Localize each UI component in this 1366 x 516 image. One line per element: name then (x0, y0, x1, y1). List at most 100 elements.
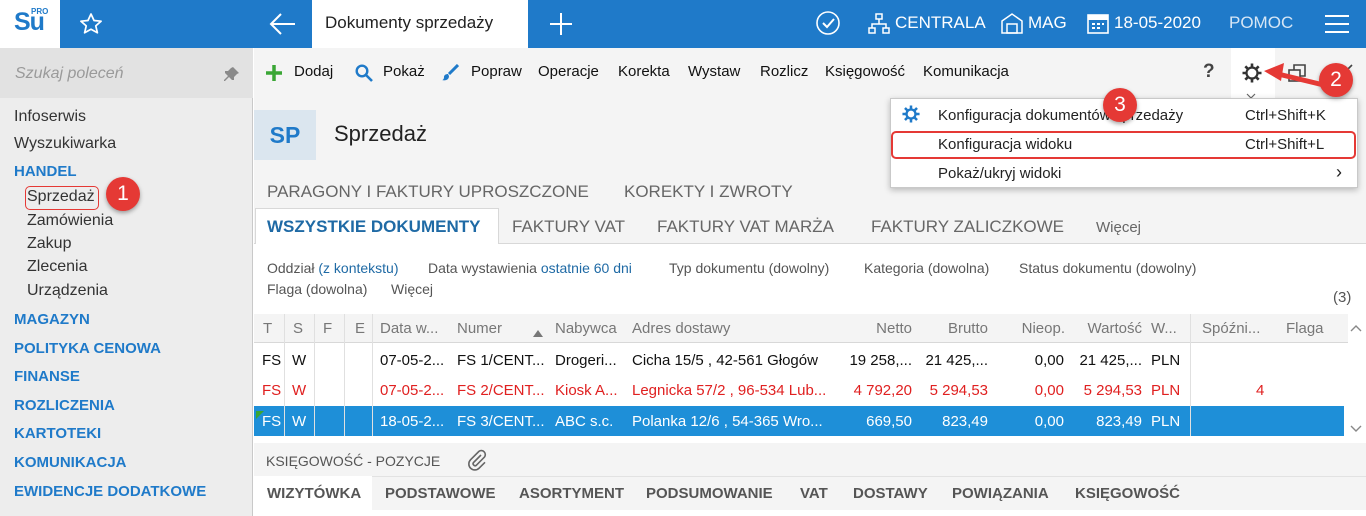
sidebar-item-ewidencje-dodatkowe[interactable]: EWIDENCJE DODATKOWE (14, 483, 206, 500)
date-selector[interactable]: 18-05-2020 (1114, 13, 1201, 33)
tab-dostawy[interactable]: DOSTAWY (853, 485, 928, 502)
sidebar-item-urzadzenia[interactable]: Urządzenia (27, 282, 108, 300)
pin-icon[interactable] (224, 66, 240, 87)
tab-vat[interactable]: VAT (800, 485, 828, 502)
search-commands[interactable]: Szukaj poleceń (0, 48, 253, 98)
tab-wiecej[interactable]: Więcej (1096, 219, 1141, 236)
col-numer[interactable]: Numer (457, 320, 502, 337)
sidebar-item-zakup[interactable]: Zakup (27, 235, 71, 253)
plus-icon[interactable] (548, 11, 574, 42)
col-spoznienie[interactable]: Spóźni... (1202, 320, 1260, 337)
sort-asc-icon (533, 324, 543, 342)
sidebar-item-komunikacja[interactable]: KOMUNIKACJA (14, 454, 127, 471)
filter-oddzial-value[interactable]: (z kontekstu) (318, 260, 398, 276)
help-button[interactable]: ? (1203, 61, 1215, 83)
arrow-left-icon[interactable] (268, 10, 298, 43)
star-icon[interactable] (78, 11, 104, 42)
sidebar-item-polityka-cenowa[interactable]: POLITYKA CENOWA (14, 340, 161, 357)
add-button[interactable]: Dodaj (294, 63, 333, 80)
col-adres[interactable]: Adres dostawy (632, 320, 730, 337)
col-netto[interactable]: Netto (842, 320, 912, 337)
tab-podstawowe[interactable]: PODSTAWOWE (385, 485, 496, 502)
paperclip-icon[interactable] (466, 449, 488, 476)
sidebar-item-finanse[interactable]: FINANSE (14, 368, 80, 385)
filter-wiecej[interactable]: Więcej (391, 281, 433, 297)
col-e[interactable]: E (355, 320, 365, 337)
scroll-up-icon[interactable] (1350, 319, 1362, 337)
tab-wizytowka[interactable]: WIZYTÓWKA (267, 485, 361, 502)
check-circle-icon[interactable] (815, 10, 841, 41)
tab-asortyment[interactable]: ASORTYMENT (519, 485, 624, 502)
sidebar-item-zamowienia[interactable]: Zamówienia (27, 212, 113, 230)
issue-button[interactable]: Wystaw (688, 63, 740, 80)
filter-kategoria[interactable]: Kategoria (dowolna) (864, 260, 989, 276)
tab-faktury-vat-marza[interactable]: FAKTURY VAT MARŻA (657, 217, 834, 237)
search-input[interactable]: Szukaj poleceń (15, 65, 124, 83)
tab-wszystkie-dokumenty[interactable]: WSZYSTKIE DOKUMENTY (255, 208, 499, 244)
filter-typ[interactable]: Typ dokumentu (dowolny) (669, 260, 829, 276)
sidebar-item-kartoteki[interactable]: KARTOTEKI (14, 425, 101, 442)
col-waluta[interactable]: W... (1151, 320, 1177, 337)
settle-button[interactable]: Rozlicz (760, 63, 808, 80)
tab-ksiegowosc[interactable]: KSIĘGOWOŚĆ (1075, 485, 1180, 502)
plus-green-icon[interactable] (265, 64, 283, 87)
menu-item-konfiguracja-dokumentow[interactable]: Konfiguracja dokumentów sprzedaży (938, 107, 1183, 124)
tab-faktury-vat[interactable]: FAKTURY VAT (512, 217, 625, 237)
sidebar-item-rozliczenia[interactable]: ROZLICZENIA (14, 397, 115, 414)
show-button[interactable]: Pokaż (383, 63, 425, 80)
edit-button[interactable]: Popraw (471, 63, 522, 80)
sidebar-item-zlecenia[interactable]: Zlecenia (27, 258, 87, 276)
sidebar-item-handel[interactable]: HANDEL (14, 163, 77, 180)
col-nabywca[interactable]: Nabywca (555, 320, 617, 337)
tab-paragony[interactable]: PARAGONY I FAKTURY UPROSZCZONE (267, 182, 589, 202)
col-wartosc[interactable]: Wartość (1068, 320, 1142, 337)
sidebar-item-magazyn[interactable]: MAGAZYN (14, 311, 90, 328)
correction-button[interactable]: Korekta (618, 63, 670, 80)
col-brutto[interactable]: Brutto (920, 320, 988, 337)
cell-wartosc: 823,49 (1096, 413, 1142, 430)
filter-data[interactable]: Data wystawienia ostatnie 60 dni (428, 260, 632, 276)
menu-shortcut-k: Ctrl+Shift+K (1245, 107, 1326, 124)
calendar-icon[interactable] (1087, 12, 1109, 39)
filter-oddzial[interactable]: Oddział (z kontekstu) (267, 260, 399, 276)
accounting-button[interactable]: Księgowość (825, 63, 905, 80)
callout-badge-1: 1 (106, 177, 140, 211)
grid-line (1190, 314, 1191, 436)
brush-icon[interactable] (441, 63, 460, 87)
warehouse-selector[interactable]: MAG (1028, 13, 1067, 33)
col-nieop[interactable]: Nieop. (995, 320, 1065, 337)
col-t[interactable]: T (263, 320, 272, 337)
scroll-down-icon[interactable] (1350, 420, 1362, 438)
sidebar-item-infoserwis[interactable]: Infoserwis (14, 108, 86, 126)
tab-korekty[interactable]: KOREKTY I ZWROTY (624, 182, 793, 202)
magnifier-icon[interactable] (355, 64, 373, 87)
sidebar-item-wyszukiwarka[interactable]: Wyszukiwarka (14, 135, 116, 153)
company-selector[interactable]: CENTRALA (895, 13, 986, 33)
col-f[interactable]: F (323, 320, 332, 337)
table-row[interactable]: FS W 07-05-2... FS 1/CENT... Drogeri... … (254, 346, 1344, 376)
col-flaga[interactable]: Flaga (1286, 320, 1324, 337)
help-link[interactable]: POMOC (1229, 13, 1293, 33)
sidebar-item-sprzedaz[interactable]: Sprzedaż (27, 188, 95, 206)
warehouse-icon[interactable] (1001, 12, 1023, 39)
cell-wartosc: 5 294,53 (1083, 382, 1142, 399)
tab-powiazania[interactable]: POWIĄZANIA (952, 485, 1049, 502)
tab-podsumowanie[interactable]: PODSUMOWANIE (646, 485, 773, 502)
communication-button[interactable]: Komunikacja (923, 63, 1009, 80)
menu-item-konfiguracja-widoku[interactable]: Konfiguracja widoku (938, 136, 1072, 153)
operations-button[interactable]: Operacje (538, 63, 599, 80)
table-row-selected[interactable]: FS W 18-05-2... FS 3/CENT... ABC s.c. Po… (254, 406, 1344, 436)
table-row[interactable]: FS W 07-05-2... FS 2/CENT... Kiosk A... … (254, 376, 1344, 406)
hamburger-icon[interactable] (1324, 14, 1350, 39)
col-data[interactable]: Data w... (380, 320, 438, 337)
filter-data-value[interactable]: ostatnie 60 dni (541, 260, 632, 276)
grid-line (314, 314, 315, 436)
filter-status[interactable]: Status dokumentu (dowolny) (1019, 260, 1196, 276)
col-s[interactable]: S (293, 320, 303, 337)
sitemap-icon[interactable] (868, 13, 890, 40)
menu-item-pokaz-ukryj[interactable]: Pokaż/ukryj widoki (938, 165, 1061, 182)
filter-flaga[interactable]: Flaga (dowolna) (267, 281, 367, 297)
tab-dokumenty-sprzedazy[interactable]: Dokumenty sprzedaży (312, 0, 528, 48)
tab-faktury-zaliczkowe[interactable]: FAKTURY ZALICZKOWE (871, 217, 1064, 237)
app-logo[interactable]: Su PRO (0, 0, 60, 48)
